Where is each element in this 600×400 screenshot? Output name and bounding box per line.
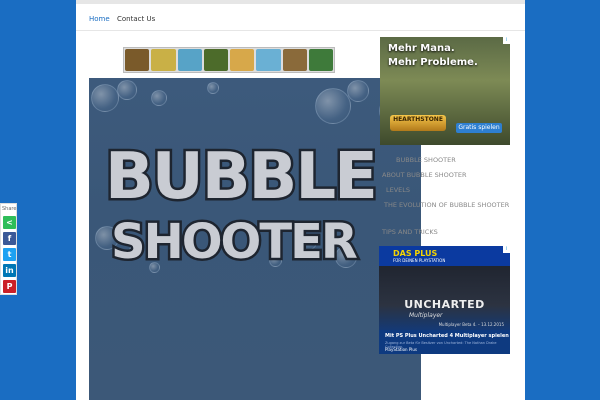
social-share-bar: Share < f t in P: [0, 203, 17, 295]
beta-dates: Multiplayer Beta 4. – 13.12.2015: [438, 322, 504, 327]
game-title: UNCHARTED: [404, 298, 485, 311]
nav-home-link[interactable]: Home: [89, 15, 110, 23]
twitter-icon[interactable]: t: [3, 248, 16, 261]
sidebar-link-bubble-shooter[interactable]: BUBBLE SHOOTER: [396, 156, 456, 164]
nav-contact-us-link[interactable]: Contact Us: [117, 15, 155, 23]
sidebar-link-evolution[interactable]: THE EVOLUTION OF BUBBLE SHOOTER: [384, 201, 509, 209]
share-icon[interactable]: <: [3, 216, 16, 229]
pinterest-icon[interactable]: P: [3, 280, 16, 293]
ps-plus-badge: DAS PLUS FÜR DEINEN PLAYSTATION: [379, 246, 510, 266]
logo-line-2: SHOOTER: [111, 214, 357, 270]
facebook-icon[interactable]: f: [3, 232, 16, 245]
bubble-shooter-logo: BUBBLE SHOOTER: [103, 138, 381, 273]
ad-choices-icon[interactable]: i: [503, 37, 510, 44]
sidebar-link-levels[interactable]: LEVELS: [386, 186, 410, 194]
top-navigation: Home Contact Us: [76, 0, 525, 31]
page-container: Home Contact Us BUBBLE SHOOTER Mehr Mana…: [76, 0, 525, 400]
play-free-button[interactable]: Gratis spielen: [456, 123, 502, 133]
ad-headline-2: Mehr Probleme.: [388, 57, 478, 68]
ad-headline-1: Mehr Mana.: [388, 43, 455, 54]
logo-line-1: BUBBLE: [105, 140, 376, 214]
playstation-plus-ad[interactable]: DAS PLUS FÜR DEINEN PLAYSTATION UNCHARTE…: [379, 246, 510, 354]
sidebar-link-tips[interactable]: TIPS AND TRICKS: [382, 228, 438, 236]
ad-choices-icon[interactable]: i: [503, 246, 510, 253]
top-banner-ad[interactable]: [123, 47, 335, 73]
hearthstone-logo: HEARTHSTONE: [390, 115, 446, 131]
share-label: Share: [2, 206, 17, 212]
sidebar-link-about[interactable]: ABOUT BUBBLE SHOOTER: [382, 171, 466, 179]
hearthstone-ad[interactable]: Mehr Mana. Mehr Probleme. HEARTHSTONE Gr…: [380, 37, 510, 145]
ps-plus-cta-bar: Mit PS Plus Uncharted 4 Multiplayer spie…: [379, 330, 510, 354]
bubble-shooter-game-area[interactable]: BUBBLE SHOOTER: [89, 78, 421, 400]
linkedin-icon[interactable]: in: [3, 264, 16, 277]
game-subtitle: Multiplayer: [409, 312, 443, 319]
